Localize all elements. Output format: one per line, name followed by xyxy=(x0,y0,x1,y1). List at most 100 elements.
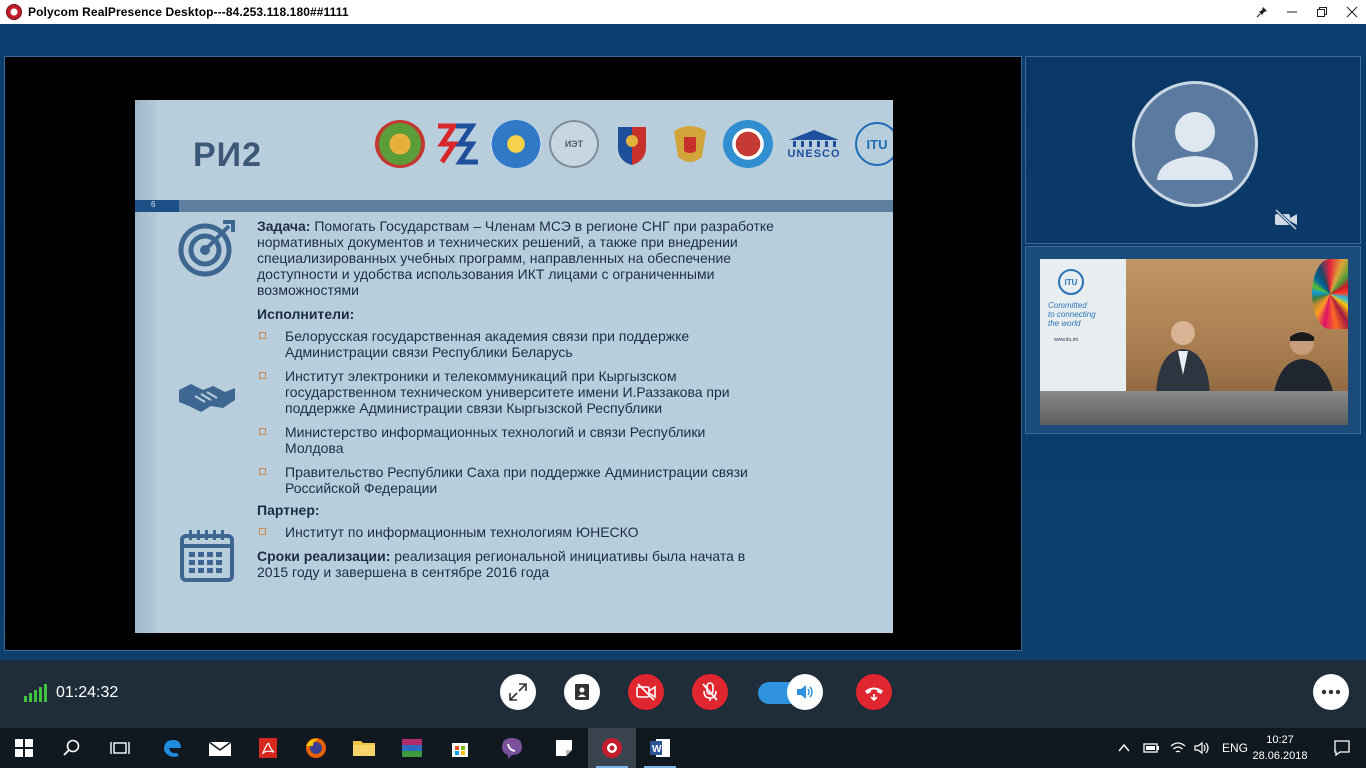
edge-icon xyxy=(164,740,181,757)
mic-toggle-button[interactable] xyxy=(692,674,728,710)
polycom-icon xyxy=(602,738,622,758)
terms-label: Сроки реализации: xyxy=(257,548,391,564)
content-share-button[interactable] xyxy=(564,674,600,710)
maximize-icon[interactable] xyxy=(1308,0,1336,24)
task-text-line-5: возможностями xyxy=(257,282,359,298)
taskbar-polycom[interactable] xyxy=(588,728,636,768)
task-text-line-2: нормативных документов и технических реш… xyxy=(257,234,738,250)
itu-text: ITU xyxy=(866,136,888,152)
windows-taskbar: W ENG 10:27 28.06.2018 xyxy=(0,728,1366,768)
taskbar-mail[interactable] xyxy=(196,728,244,768)
speaker-toggle[interactable] xyxy=(787,674,823,710)
windows-logo-icon xyxy=(15,739,33,757)
task-view-button[interactable] xyxy=(96,728,144,768)
sticky-notes-icon xyxy=(556,740,572,756)
task-text-line-3: специализированных учебных программ, нап… xyxy=(257,250,732,266)
presentation-slide: РИ2 ИЭТ UNESCO ITU 6 Задача: Помогать Го… xyxy=(135,100,893,633)
terms-text-line-1: реализация региональной инициативы была … xyxy=(390,548,746,564)
remote-participant-tile[interactable]: ITU Committed to connecting the world ww… xyxy=(1025,246,1361,434)
iet-logo-icon: ИЭТ xyxy=(549,120,599,168)
hangup-icon xyxy=(865,687,883,702)
taskbar-firefox[interactable] xyxy=(292,728,340,768)
store-icon xyxy=(452,743,468,757)
bullet-icon xyxy=(259,332,266,339)
kyrgyzstan-emblem-icon xyxy=(491,120,541,168)
fullscreen-button[interactable] xyxy=(500,674,536,710)
start-button[interactable] xyxy=(0,728,48,768)
action-center-button[interactable] xyxy=(1318,728,1366,768)
conference-stage: РИ2 ИЭТ UNESCO ITU 6 Задача: Помогать Го… xyxy=(0,24,1366,660)
bullet-icon xyxy=(259,468,266,475)
partner-item: Институт по информационным технологиям Ю… xyxy=(285,524,639,540)
moldova-emblem-icon xyxy=(607,120,657,168)
more-options-button[interactable] xyxy=(1313,674,1349,710)
calendar-icon xyxy=(180,530,234,582)
call-control-bar: 01:24:32 xyxy=(0,660,1366,728)
task-paragraph: Задача: Помогать Государствам – Членам М… xyxy=(257,218,877,298)
signal-strength-icon xyxy=(24,684,47,702)
close-icon[interactable] xyxy=(1338,0,1366,24)
folder-icon xyxy=(353,741,375,756)
executors-heading: Исполнители: xyxy=(257,306,355,322)
partner-heading: Партнер: xyxy=(257,502,320,518)
taskbar-file-explorer[interactable] xyxy=(340,728,388,768)
executor-item: Институт электроники и телекоммуникаций … xyxy=(285,368,730,416)
svg-text:W: W xyxy=(652,744,662,755)
search-button[interactable] xyxy=(48,728,96,768)
executor-item: Правительство Республики Саха при поддер… xyxy=(285,464,748,496)
self-view-tile[interactable] xyxy=(1025,56,1361,244)
terms-text-line-2: 2015 году и завершена в сентябре 2016 го… xyxy=(257,564,550,580)
chevron-up-icon[interactable] xyxy=(1118,743,1130,753)
search-icon xyxy=(63,739,80,756)
slide-title: РИ2 xyxy=(193,136,263,174)
slide-page-number: 6 xyxy=(151,200,156,209)
language-indicator[interactable]: ENG xyxy=(1222,741,1248,755)
sdg-wheel-icon xyxy=(1312,259,1348,329)
title-bar: Polycom RealPresence Desktop---84.253.11… xyxy=(0,0,1366,24)
itu-tagline: Committed to connecting the world xyxy=(1048,301,1096,328)
belarus-emblem-icon xyxy=(375,120,425,168)
content-share-window[interactable]: РИ2 ИЭТ UNESCO ITU 6 Задача: Помогать Го… xyxy=(4,56,1022,651)
bullet-icon xyxy=(259,428,266,435)
unesco-logo-icon: UNESCO xyxy=(781,120,847,168)
taskbar-clock[interactable]: 10:27 28.06.2018 xyxy=(1250,732,1310,764)
viber-icon xyxy=(502,738,522,759)
mic-off-icon xyxy=(702,682,718,701)
executor-item: Белорусская государственная академия свя… xyxy=(285,328,690,360)
volume-icon[interactable] xyxy=(1194,741,1212,755)
avatar xyxy=(1132,81,1258,207)
sakha-emblem-icon xyxy=(723,120,773,168)
wifi-icon[interactable] xyxy=(1170,741,1186,755)
task-label: Задача: xyxy=(257,218,311,234)
winrar-icon xyxy=(402,739,422,757)
task-text-line-1: Помогать Государствам – Членам МСЭ в рег… xyxy=(310,218,774,234)
hangup-button[interactable] xyxy=(856,674,892,710)
taskbar-store[interactable] xyxy=(436,728,484,768)
minimize-icon[interactable] xyxy=(1278,0,1306,24)
word-icon: W xyxy=(650,739,670,757)
camera-off-icon xyxy=(636,683,656,701)
more-icon xyxy=(1321,689,1341,695)
slide-left-band xyxy=(135,100,157,633)
window-title: Polycom RealPresence Desktop---84.253.11… xyxy=(28,5,349,19)
conference-table xyxy=(1040,391,1348,425)
taskbar-viber[interactable] xyxy=(488,728,536,768)
call-duration: 01:24:32 xyxy=(56,684,119,701)
unesco-text: UNESCO xyxy=(787,148,841,160)
taskbar-sticky-notes[interactable] xyxy=(540,728,588,768)
battery-icon[interactable] xyxy=(1142,742,1160,754)
slide-divider-bar: 6 xyxy=(135,200,893,212)
task-text-line-4: доступности и удобства использования ИКТ… xyxy=(257,266,715,282)
pin-icon[interactable] xyxy=(1248,0,1276,24)
firefox-icon xyxy=(306,738,326,758)
taskbar-word[interactable]: W xyxy=(636,728,684,768)
camera-toggle-button[interactable] xyxy=(628,674,664,710)
notification-icon xyxy=(1334,740,1350,757)
taskbar-acrobat[interactable] xyxy=(244,728,292,768)
itu-url: www.itu.int xyxy=(1054,337,1078,343)
itu-logo-icon: ITU xyxy=(855,122,893,166)
taskbar-winrar[interactable] xyxy=(388,728,436,768)
taskbar-edge[interactable] xyxy=(148,728,196,768)
executor-item: Министерство информационных технологий и… xyxy=(285,424,706,456)
task-view-icon xyxy=(110,742,130,754)
